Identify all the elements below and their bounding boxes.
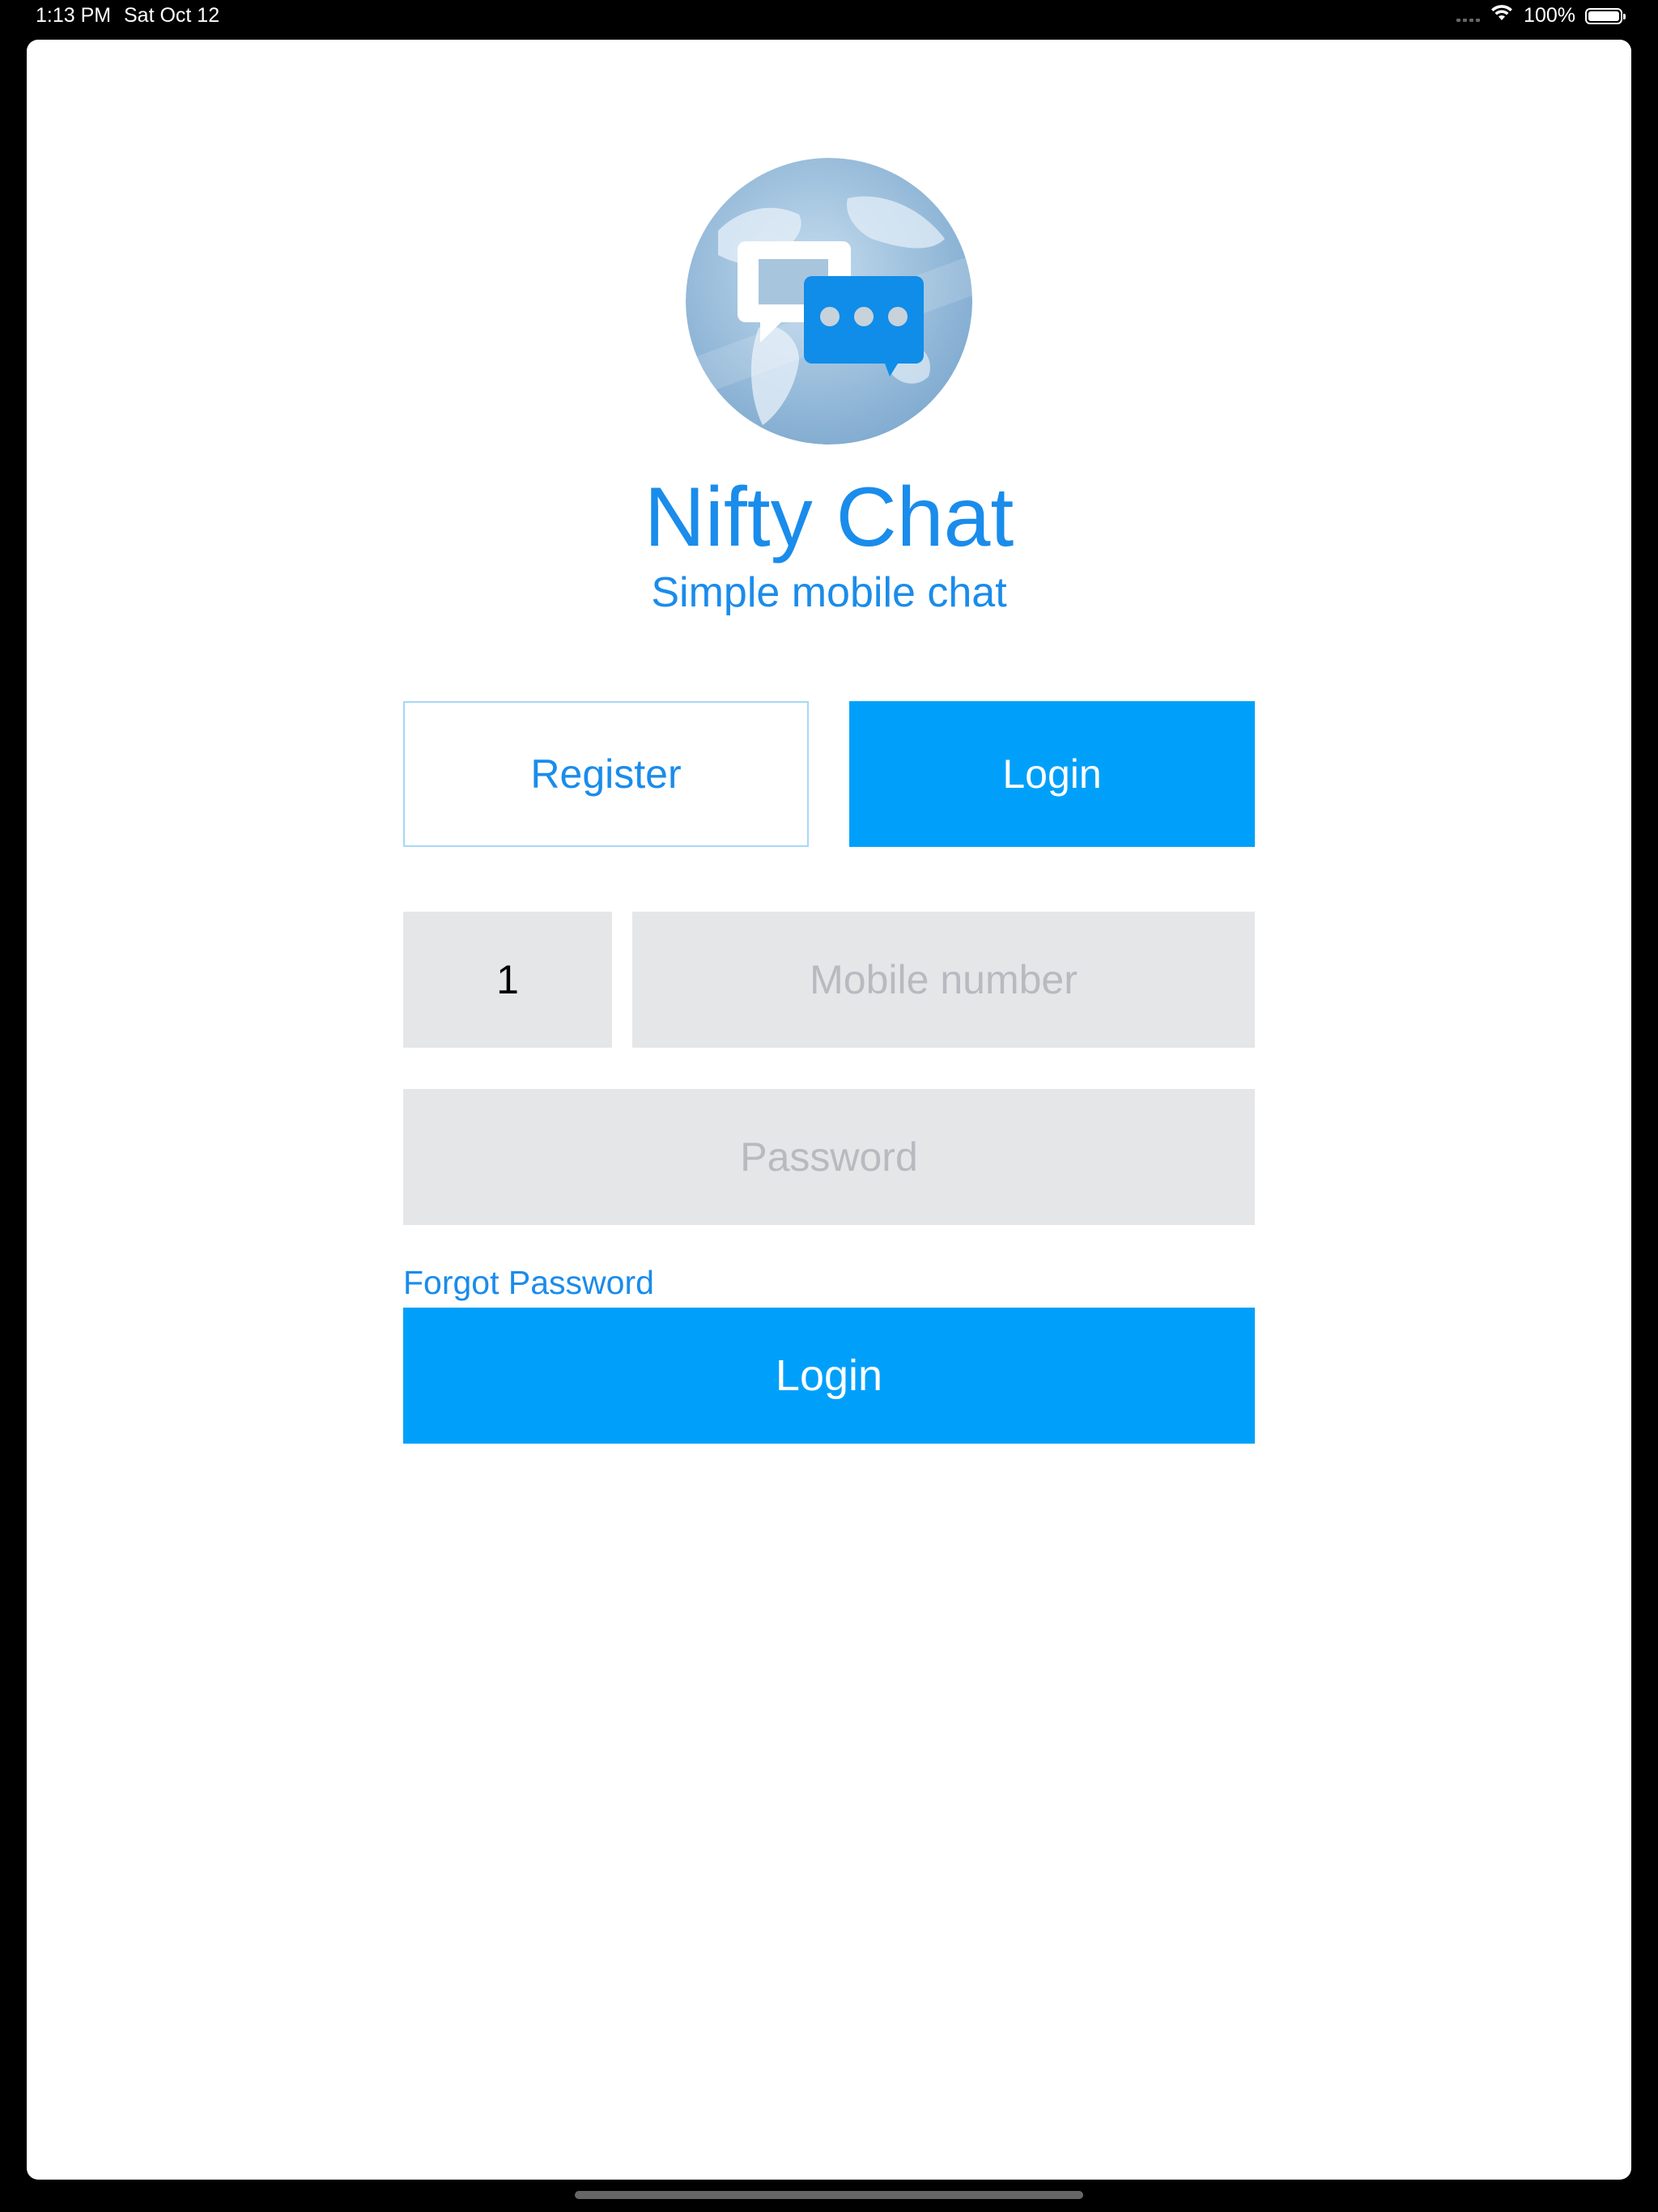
country-code-field[interactable]: 1 [403, 912, 612, 1048]
status-indicators: 100% [1456, 4, 1626, 28]
tab-register[interactable]: Register [403, 701, 809, 847]
cellular-dots-icon [1456, 18, 1481, 22]
app-title: Nifty Chat [644, 470, 1014, 564]
status-bar: 1:13 PM Sat Oct 12 100% [0, 0, 1658, 37]
login-screen: Nifty Chat Simple mobile chat Register L… [27, 40, 1631, 2180]
forgot-password-link[interactable]: Forgot Password [403, 1264, 654, 1302]
tab-login[interactable]: Login [849, 701, 1255, 847]
globe-chat-logo-icon [686, 158, 972, 445]
wifi-icon [1490, 4, 1514, 28]
home-indicator[interactable] [575, 2191, 1083, 2199]
login-button[interactable]: Login [403, 1308, 1255, 1444]
app-subtitle: Simple mobile chat [651, 569, 1007, 616]
mobile-number-input[interactable]: Mobile number [632, 912, 1255, 1048]
battery-icon [1585, 7, 1626, 24]
password-input[interactable]: Password [403, 1089, 1255, 1225]
status-date: Sat Oct 12 [124, 4, 220, 27]
battery-percent: 100% [1524, 4, 1575, 27]
status-time: 1:13 PM [36, 4, 112, 27]
